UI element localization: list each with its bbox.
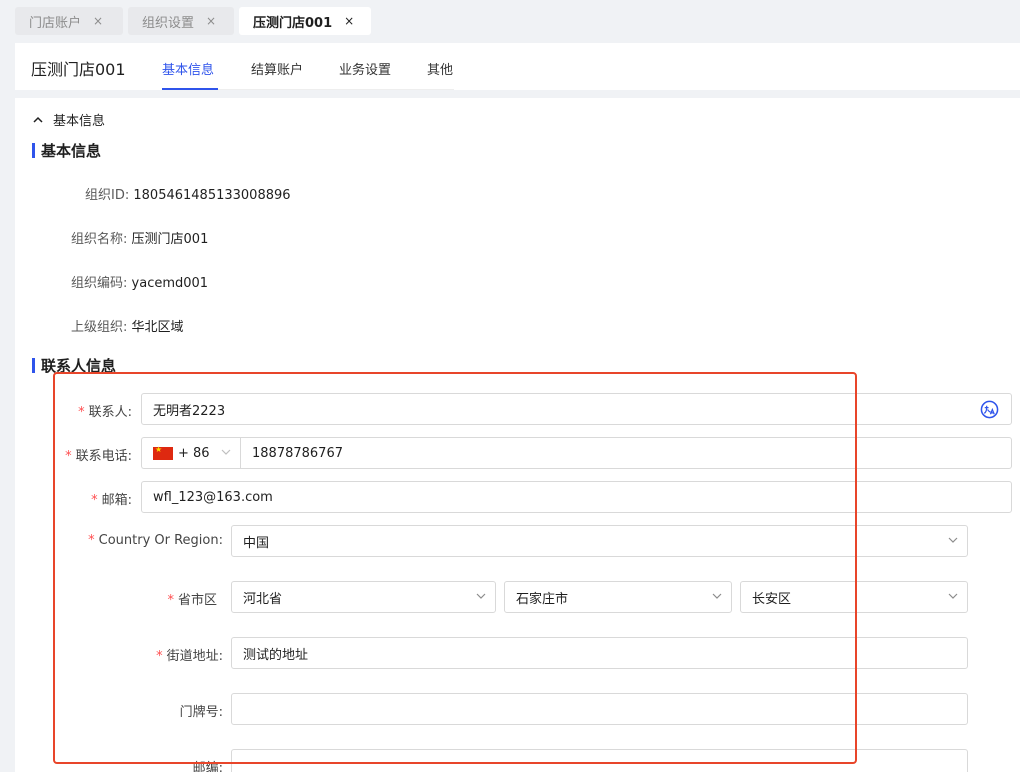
info-label: 组织编码: <box>71 276 128 291</box>
chevron-down-icon <box>221 446 231 461</box>
phone-value: 18878786767 <box>252 445 343 461</box>
tab-label: 组织设置 <box>142 15 195 31</box>
close-icon[interactable]: × <box>344 14 354 28</box>
contact-name-value: 无明者2223 <box>153 403 226 419</box>
door-number-label: 门牌号: <box>179 705 223 720</box>
phone-input[interactable]: 18878786767 <box>240 437 1012 469</box>
district-value: 长安区 <box>752 591 792 607</box>
chevron-down-icon <box>948 590 958 599</box>
tab-bar: 门店账户 × 组织设置 × 压测门店001 × <box>0 0 1020 42</box>
phone-country-code-select[interactable]: + 86 <box>141 437 241 469</box>
city-value: 石家庄市 <box>516 591 569 607</box>
email-value: wfl_123@163.com <box>153 489 273 505</box>
contact-label: * 联系人: <box>78 405 132 420</box>
contact-name-input[interactable]: 无明者2223 <box>141 393 1012 425</box>
info-value: yacemd001 <box>131 276 209 291</box>
zip-label: 邮编: <box>192 761 223 772</box>
street-label: * 街道地址: <box>156 649 223 664</box>
chevron-down-icon <box>948 534 958 543</box>
info-label: 上级组织: <box>71 320 128 335</box>
email-input[interactable]: wfl_123@163.com <box>141 481 1012 513</box>
info-label: 组织名称: <box>71 232 128 247</box>
info-row-parent-org: 上级组织: 华北区域 <box>71 316 184 335</box>
door-number-input[interactable] <box>231 693 968 725</box>
collapse-label: 基本信息 <box>53 114 106 129</box>
province-select[interactable]: 河北省 <box>231 581 496 613</box>
info-row-org-id: 组织ID: 1805461485133008896 <box>85 184 291 203</box>
section-title-contact: 联系人信息 <box>32 355 116 376</box>
info-value: 压测门店001 <box>131 232 209 247</box>
tab-settlement-account[interactable]: 结算账户 <box>251 59 303 78</box>
info-value: 1805461485133008896 <box>133 188 291 203</box>
tab-label: 门店账户 <box>29 15 82 31</box>
district-select[interactable]: 长安区 <box>740 581 968 613</box>
info-value: 华北区域 <box>131 320 184 335</box>
close-icon[interactable]: × <box>206 14 216 28</box>
chevron-up-icon <box>33 113 43 126</box>
city-select[interactable]: 石家庄市 <box>504 581 732 613</box>
info-row-org-name: 组织名称: 压测门店001 <box>71 228 208 247</box>
tab-basic-info[interactable]: 基本信息 <box>162 59 214 78</box>
country-select[interactable]: 中国 <box>231 525 968 557</box>
phone-label: * 联系电话: <box>65 449 132 464</box>
collapse-toggle[interactable]: 基本信息 <box>33 110 105 129</box>
tab-business-settings[interactable]: 业务设置 <box>339 59 391 78</box>
province-value: 河北省 <box>243 591 283 607</box>
active-tab-indicator <box>162 88 218 90</box>
info-row-org-code: 组织编码: yacemd001 <box>71 272 208 291</box>
info-label: 组织ID: <box>85 188 130 203</box>
translate-icon[interactable] <box>980 400 999 423</box>
chevron-down-icon <box>712 590 722 599</box>
zip-input[interactable] <box>231 749 968 772</box>
tab-org-settings[interactable]: 组织设置 × <box>128 7 234 35</box>
street-input[interactable]: 测试的地址 <box>231 637 968 669</box>
country-value: 中国 <box>243 535 270 551</box>
tab-store-001[interactable]: 压测门店001 × <box>239 7 371 35</box>
street-value: 测试的地址 <box>243 647 309 663</box>
section-title-basic: 基本信息 <box>32 140 101 161</box>
tab-store-account[interactable]: 门店账户 × <box>15 7 123 35</box>
country-label: * Country Or Region: <box>88 533 223 548</box>
china-flag-icon <box>153 445 173 460</box>
chevron-down-icon <box>476 590 486 599</box>
region-label: * 省市区 <box>167 593 217 608</box>
page-title: 压测门店001 <box>31 60 126 79</box>
tab-other[interactable]: 其他 <box>427 59 453 78</box>
page-header: 压测门店001 基本信息 结算账户 业务设置 其他 <box>15 43 1020 90</box>
section-nav: 基本信息 结算账户 业务设置 其他 <box>162 43 454 90</box>
close-icon[interactable]: × <box>93 14 103 28</box>
tab-label: 压测门店001 <box>253 15 333 31</box>
phone-code-value: + 86 <box>178 445 210 461</box>
email-label: * 邮箱: <box>91 493 132 508</box>
main-content: 基本信息 基本信息 组织ID: 1805461485133008896 组织名称… <box>15 98 1020 772</box>
